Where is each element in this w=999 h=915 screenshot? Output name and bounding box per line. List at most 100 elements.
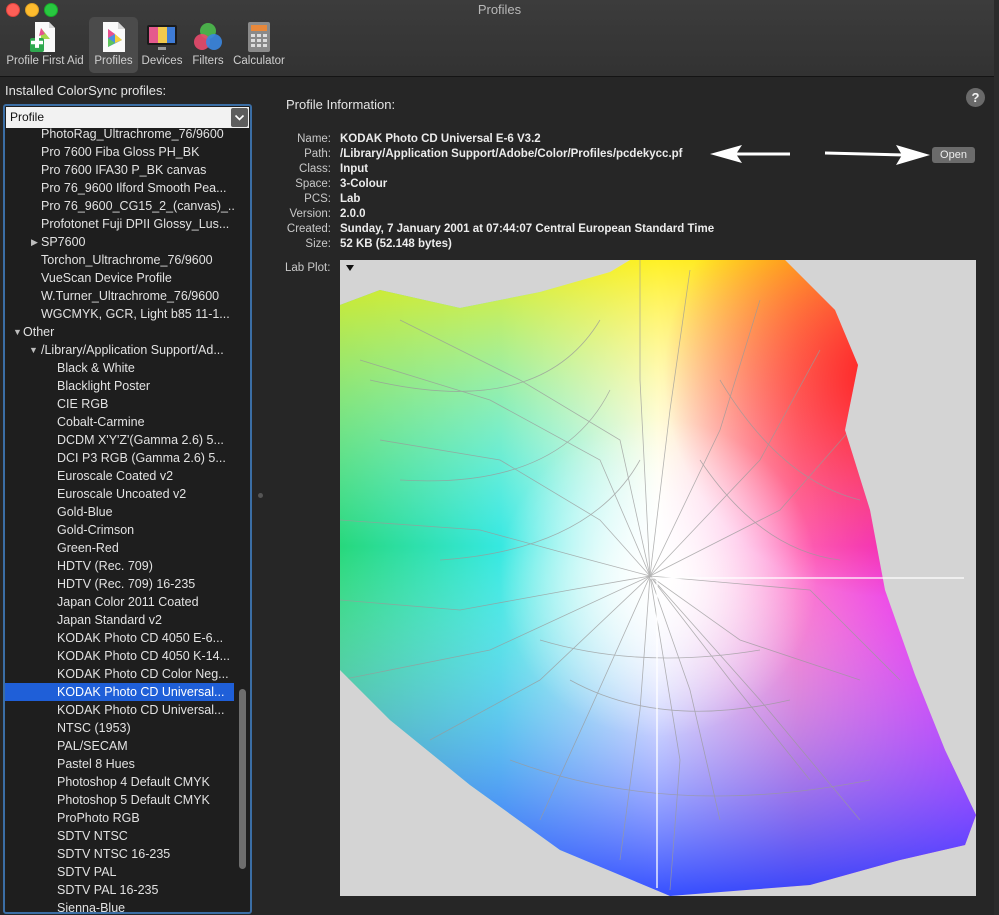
toolbar-filters[interactable]: Filters <box>186 17 230 73</box>
list-item-label: Gold-Blue <box>57 505 113 519</box>
list-item[interactable]: W.Turner_Ultrachrome_76/9600 <box>5 287 234 305</box>
list-item[interactable]: PAL/SECAM <box>5 737 234 755</box>
profile-list[interactable]: PhotoRag_Ultrachrome_76/9600 Pro 7600 Fib… <box>3 104 252 914</box>
list-item[interactable]: Profotonet Fuji DPII Glossy_Lus... <box>5 215 234 233</box>
split-view-handle[interactable] <box>258 493 263 498</box>
list-item[interactable]: Japan Standard v2 <box>5 611 234 629</box>
toolbar-calculator[interactable]: Calculator <box>231 17 287 73</box>
list-item[interactable]: Pro 7600 Fiba Gloss PH_BK <box>5 143 234 161</box>
list-item[interactable]: Blacklight Poster <box>5 377 234 395</box>
info-field-label: Space: <box>295 178 331 190</box>
info-field-value: /Library/Application Support/Adobe/Color… <box>340 148 683 160</box>
list-item[interactable]: Sienna-Blue <box>5 899 234 914</box>
list-item[interactable]: HDTV (Rec. 709) 16-235 <box>5 575 234 593</box>
list-item-label: Sienna-Blue <box>57 901 126 914</box>
list-item[interactable]: Torchon_Ultrachrome_76/9600 <box>5 251 234 269</box>
list-item-label: Green-Red <box>57 541 119 555</box>
list-item-label: Cobalt-Carmine <box>57 415 145 429</box>
list-item[interactable]: ▼/Library/Application Support/Ad... <box>5 341 234 359</box>
toolbar-label: Profiles <box>94 55 133 67</box>
list-item[interactable]: Pastel 8 Hues <box>5 755 234 773</box>
list-item[interactable]: ▶ SP7600 <box>5 233 234 251</box>
list-item-label: DCDM X'Y'Z'(Gamma 2.6) 5... <box>57 433 224 447</box>
info-field-value: 3-Colour <box>340 178 388 190</box>
toolbar-profile-first-aid[interactable]: Profile First Aid <box>3 17 87 73</box>
list-item[interactable]: Black & White <box>5 359 234 377</box>
list-item-label: SDTV NTSC <box>57 829 128 843</box>
info-field-label: Version: <box>289 208 331 220</box>
profile-sort-popup-value: Profile <box>10 110 45 124</box>
open-button[interactable]: Open <box>932 147 975 163</box>
list-item[interactable]: SDTV PAL <box>5 863 234 881</box>
list-item-label: Black & White <box>57 361 135 375</box>
toolbar-label: Devices <box>141 55 183 67</box>
window-title: Profiles <box>477 2 522 17</box>
profile-sort-popup[interactable]: Profile <box>6 107 249 128</box>
list-item-label: CIE RGB <box>57 397 109 411</box>
disclosure-expanded-icon[interactable]: ▼ <box>13 323 22 341</box>
list-item[interactable]: KODAK Photo CD Universal... <box>5 701 234 719</box>
list-item[interactable]: Pro 7600 IFA30 P_BK canvas <box>5 161 234 179</box>
list-item[interactable]: DCDM X'Y'Z'(Gamma 2.6) 5... <box>5 431 234 449</box>
list-item[interactable]: NTSC (1953) <box>5 719 234 737</box>
list-item-label: Gold-Crimson <box>57 523 135 537</box>
info-field-label: Created: <box>286 223 331 235</box>
info-field-value: KODAK Photo CD Universal E-6 V3.2 <box>340 133 541 145</box>
list-item-label: SDTV PAL 16-235 <box>57 883 159 897</box>
list-item[interactable]: Pro 76_9600 Ilford Smooth Pea... <box>5 179 234 197</box>
list-item-label: Pro 76_9600 Ilford Smooth Pea... <box>41 181 227 195</box>
info-field-label: PCS: <box>304 193 331 205</box>
lab-plot-label: Lab Plot: <box>285 262 331 274</box>
help-button[interactable]: ? <box>966 88 985 107</box>
list-item[interactable]: Gold-Crimson <box>5 521 234 539</box>
list-scrollbar-thumb[interactable] <box>239 689 246 869</box>
list-item-label: Euroscale Coated v2 <box>57 469 174 483</box>
list-item-label: KODAK Photo CD Universal... <box>57 703 225 717</box>
window-edge <box>994 0 999 915</box>
list-item[interactable]: VueScan Device Profile <box>5 269 234 287</box>
list-item-label: Euroscale Uncoated v2 <box>57 487 187 501</box>
list-item[interactable]: Photoshop 4 Default CMYK <box>5 773 234 791</box>
list-item-label: W.Turner_Ultrachrome_76/9600 <box>41 289 220 303</box>
right-arrow-icon <box>824 145 930 165</box>
list-item[interactable]: Euroscale Uncoated v2 <box>5 485 234 503</box>
list-item[interactable]: Cobalt-Carmine <box>5 413 234 431</box>
list-item[interactable]: DCI P3 RGB (Gamma 2.6) 5... <box>5 449 234 467</box>
info-field-value: Lab <box>340 193 361 205</box>
list-item[interactable]: ▼ Other <box>5 323 234 341</box>
list-item[interactable]: Pro 76_9600_CG15_2_(canvas)_... <box>5 197 234 215</box>
toolbar-profiles[interactable]: Profiles <box>89 17 138 73</box>
list-item[interactable]: SDTV PAL 16-235 <box>5 881 234 899</box>
list-item[interactable]: CIE RGB <box>5 395 234 413</box>
disclosure-expanded-icon[interactable]: ▼ <box>29 341 38 359</box>
list-item[interactable]: KODAK Photo CD 4050 K-14... <box>5 647 234 665</box>
list-item[interactable]: KODAK Photo CD Color Neg... <box>5 665 234 683</box>
list-item[interactable]: Japan Color 2011 Coated <box>5 593 234 611</box>
list-item[interactable]: ProPhoto RGB <box>5 809 234 827</box>
list-item[interactable]: HDTV (Rec. 709) <box>5 557 234 575</box>
calculator-icon <box>243 21 275 53</box>
list-item-label: Other <box>23 325 55 339</box>
list-item[interactable]: WGCMYK, GCR, Light b85 11-1... <box>5 305 234 323</box>
list-item[interactable]: KODAK Photo CD Universal... <box>5 683 234 701</box>
profile-information-heading: Profile Information: <box>286 97 396 112</box>
toolbar-devices[interactable]: Devices <box>140 17 184 73</box>
list-item[interactable]: Euroscale Coated v2 <box>5 467 234 485</box>
title-bar: Profiles Profile First Aid Profiles Devi… <box>0 0 999 77</box>
list-item-label: Photoshop 4 Default CMYK <box>57 775 210 789</box>
list-item[interactable]: SDTV NTSC 16-235 <box>5 845 234 863</box>
list-item[interactable]: Green-Red <box>5 539 234 557</box>
lab-plot[interactable] <box>340 260 976 896</box>
info-field-label: Class: <box>299 163 331 175</box>
toolbar-label: Filters <box>192 55 224 67</box>
list-item[interactable]: Photoshop 5 Default CMYK <box>5 791 234 809</box>
list-item[interactable]: KODAK Photo CD 4050 E-6... <box>5 629 234 647</box>
disclosure-collapsed-icon[interactable]: ▶ <box>31 233 38 251</box>
info-field-value: Sunday, 7 January 2001 at 07:44:07 Centr… <box>340 223 715 235</box>
list-item[interactable]: Gold-Blue <box>5 503 234 521</box>
list-item-label: ProPhoto RGB <box>57 811 140 825</box>
list-item[interactable]: SDTV NTSC <box>5 827 234 845</box>
list-item-label: KODAK Photo CD Universal... <box>57 685 225 699</box>
list-item-label: HDTV (Rec. 709) <box>57 559 153 573</box>
toolbar-label: Profile First Aid <box>6 55 84 67</box>
